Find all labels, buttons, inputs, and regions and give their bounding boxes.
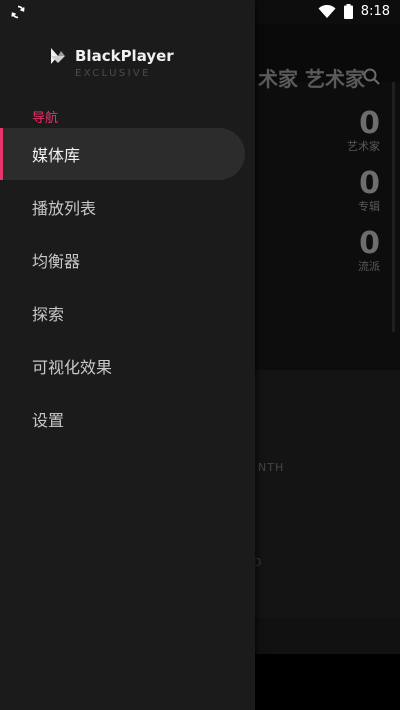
- status-bar: 8:18: [0, 0, 400, 24]
- blackplayer-logo-icon: [51, 48, 65, 64]
- nav-item-label: 媒体库: [32, 146, 81, 165]
- nav-item-label: 探索: [32, 305, 65, 324]
- stat-value: 0: [359, 166, 380, 201]
- navigation-drawer: BlackPlayer EXCLUSIVE 导航 媒体库 播放列表 均衡器 探索…: [0, 0, 255, 710]
- header-title: 术家 艺术家: [258, 67, 365, 91]
- stat-label: 艺术家: [347, 140, 380, 153]
- nav-item-equalizer[interactable]: 均衡器: [0, 234, 245, 286]
- sync-icon: [11, 5, 25, 19]
- app-edition: EXCLUSIVE: [75, 68, 151, 79]
- nav-item-visualizer[interactable]: 可视化效果: [0, 340, 245, 392]
- stat-albums: 0 专辑: [358, 168, 380, 214]
- nav-item-label: 播放列表: [32, 199, 97, 218]
- stat-genres: 0 流派: [358, 228, 380, 274]
- scrollbar[interactable]: [392, 82, 395, 332]
- nav-item-label: 均衡器: [32, 252, 81, 271]
- nav-item-playlists[interactable]: 播放列表: [0, 181, 245, 233]
- stat-artists: 0 艺术家: [347, 108, 380, 154]
- nav-item-settings[interactable]: 设置: [0, 393, 245, 445]
- stat-value: 0: [359, 226, 380, 261]
- nav-item-label: 设置: [32, 411, 65, 430]
- battery-icon: [343, 4, 353, 19]
- app-name: BlackPlayer: [75, 47, 174, 65]
- card-heading: NTH: [258, 461, 285, 474]
- nav-item-label: 可视化效果: [32, 358, 113, 377]
- nav-item-library[interactable]: 媒体库: [0, 128, 245, 180]
- search-icon[interactable]: [362, 67, 382, 87]
- nav-item-explore[interactable]: 探索: [0, 287, 245, 339]
- stat-label: 流派: [358, 260, 380, 273]
- wifi-icon: [318, 4, 336, 18]
- app-logo: BlackPlayer EXCLUSIVE: [48, 46, 218, 82]
- nav-section-label: 导航: [32, 111, 59, 126]
- status-time: 8:18: [360, 4, 390, 19]
- stat-value: 0: [359, 106, 380, 141]
- stat-label: 专辑: [358, 200, 380, 213]
